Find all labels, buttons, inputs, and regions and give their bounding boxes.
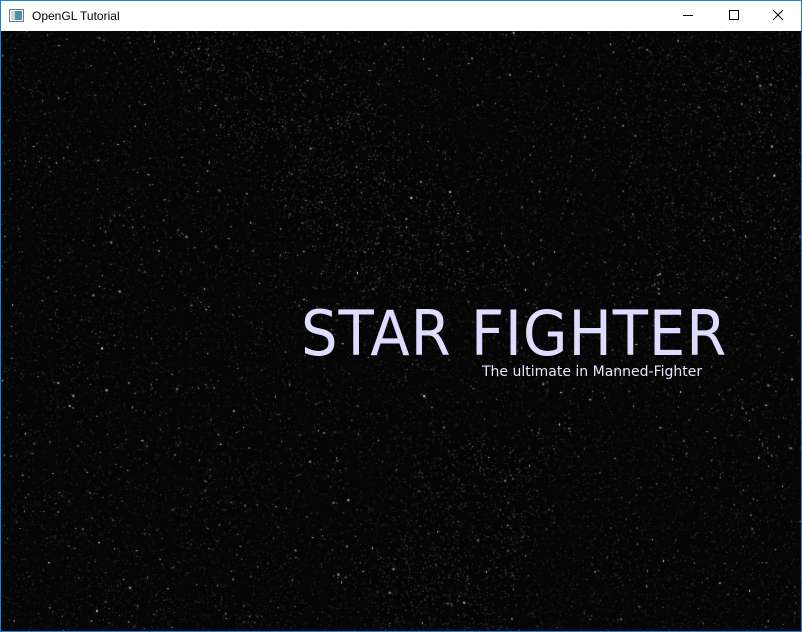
app-window: OpenGL Tutorial STAR FIGHTER The ultimat… — [0, 0, 802, 632]
minimize-button[interactable] — [665, 1, 711, 31]
maximize-icon — [729, 7, 739, 25]
game-viewport[interactable]: STAR FIGHTER The ultimate in Manned-Figh… — [1, 31, 801, 631]
title-bar[interactable]: OpenGL Tutorial — [1, 1, 801, 31]
close-button[interactable] — [755, 1, 801, 31]
minimize-icon — [683, 7, 693, 25]
game-subtitle: The ultimate in Manned-Fighter — [482, 364, 703, 380]
close-icon — [772, 7, 784, 25]
maximize-button[interactable] — [711, 1, 757, 31]
window-title: OpenGL Tutorial — [32, 9, 120, 23]
app-icon — [9, 9, 24, 22]
game-title: STAR FIGHTER — [301, 297, 728, 370]
